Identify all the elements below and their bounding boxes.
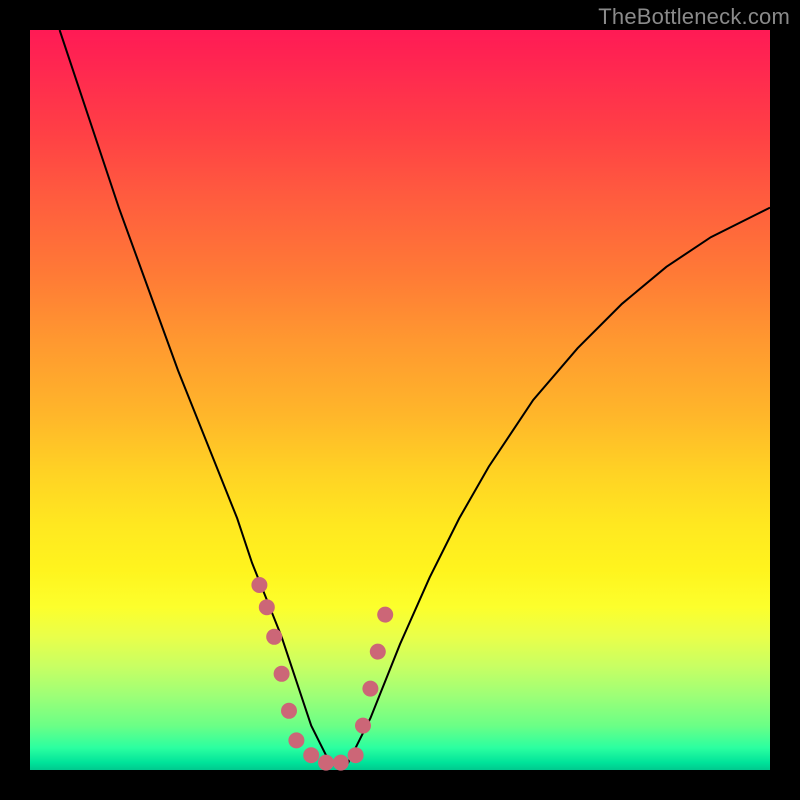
marker-point bbox=[318, 755, 334, 771]
marker-point bbox=[355, 718, 371, 734]
marker-point bbox=[251, 577, 267, 593]
marker-point bbox=[274, 666, 290, 682]
bottleneck-curve bbox=[60, 30, 770, 770]
marker-group bbox=[251, 577, 393, 771]
marker-point bbox=[377, 607, 393, 623]
marker-point bbox=[259, 599, 275, 615]
plot-area bbox=[30, 30, 770, 770]
marker-point bbox=[362, 681, 378, 697]
marker-point bbox=[266, 629, 282, 645]
marker-point bbox=[333, 755, 349, 771]
marker-point bbox=[348, 747, 364, 763]
marker-point bbox=[281, 703, 297, 719]
chart-svg bbox=[30, 30, 770, 770]
marker-point bbox=[303, 747, 319, 763]
marker-point bbox=[370, 644, 386, 660]
chart-frame: TheBottleneck.com bbox=[0, 0, 800, 800]
watermark-text: TheBottleneck.com bbox=[598, 4, 790, 30]
marker-point bbox=[288, 732, 304, 748]
